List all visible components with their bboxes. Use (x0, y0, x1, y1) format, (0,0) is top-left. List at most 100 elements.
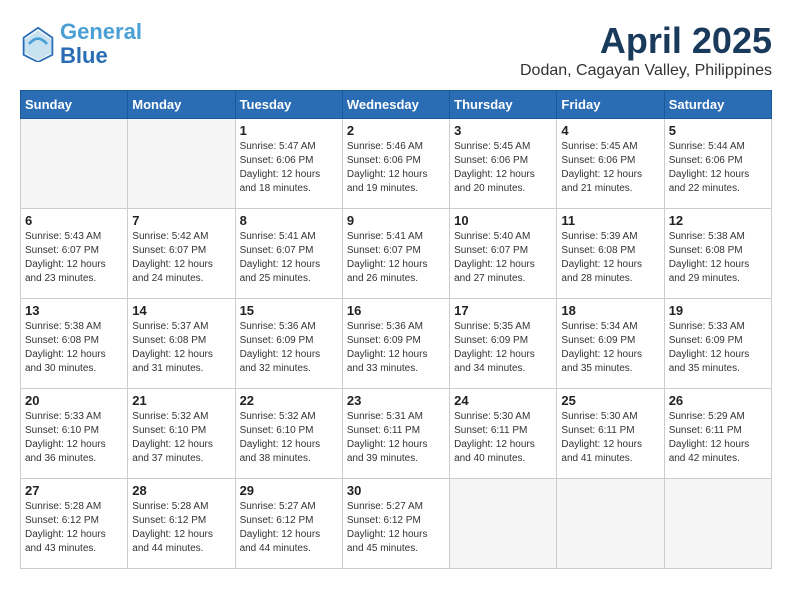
day-info: Sunrise: 5:38 AMSunset: 6:08 PMDaylight:… (669, 230, 767, 286)
day-number: 23 (347, 393, 445, 408)
day-number: 29 (240, 483, 338, 498)
day-info: Sunrise: 5:28 AMSunset: 6:12 PMDaylight:… (132, 500, 230, 556)
day-info: Sunrise: 5:41 AMSunset: 6:07 PMDaylight:… (347, 230, 445, 286)
day-info: Sunrise: 5:30 AMSunset: 6:11 PMDaylight:… (561, 410, 659, 466)
day-info: Sunrise: 5:31 AMSunset: 6:11 PMDaylight:… (347, 410, 445, 466)
calendar-cell: 26 Sunrise: 5:29 AMSunset: 6:11 PMDayligh… (664, 389, 771, 479)
calendar-cell: 8 Sunrise: 5:41 AMSunset: 6:07 PMDaylight… (235, 209, 342, 299)
day-number: 10 (454, 213, 552, 228)
calendar-cell: 29 Sunrise: 5:27 AMSunset: 6:12 PMDayligh… (235, 479, 342, 569)
calendar-week-row: 1 Sunrise: 5:47 AMSunset: 6:06 PMDaylight… (21, 119, 772, 209)
day-info: Sunrise: 5:35 AMSunset: 6:09 PMDaylight:… (454, 320, 552, 376)
day-number: 26 (669, 393, 767, 408)
day-info: Sunrise: 5:33 AMSunset: 6:10 PMDaylight:… (25, 410, 123, 466)
day-number: 20 (25, 393, 123, 408)
day-info: Sunrise: 5:38 AMSunset: 6:08 PMDaylight:… (25, 320, 123, 376)
day-number: 4 (561, 123, 659, 138)
day-number: 19 (669, 303, 767, 318)
day-number: 5 (669, 123, 767, 138)
day-number: 1 (240, 123, 338, 138)
day-info: Sunrise: 5:40 AMSunset: 6:07 PMDaylight:… (454, 230, 552, 286)
day-info: Sunrise: 5:44 AMSunset: 6:06 PMDaylight:… (669, 140, 767, 196)
day-info: Sunrise: 5:43 AMSunset: 6:07 PMDaylight:… (25, 230, 123, 286)
calendar-cell: 25 Sunrise: 5:30 AMSunset: 6:11 PMDayligh… (557, 389, 664, 479)
calendar-cell: 23 Sunrise: 5:31 AMSunset: 6:11 PMDayligh… (342, 389, 449, 479)
weekday-header: Monday (128, 91, 235, 119)
day-number: 16 (347, 303, 445, 318)
day-number: 8 (240, 213, 338, 228)
day-info: Sunrise: 5:46 AMSunset: 6:06 PMDaylight:… (347, 140, 445, 196)
calendar-cell: 22 Sunrise: 5:32 AMSunset: 6:10 PMDayligh… (235, 389, 342, 479)
day-info: Sunrise: 5:34 AMSunset: 6:09 PMDaylight:… (561, 320, 659, 376)
day-number: 14 (132, 303, 230, 318)
calendar-cell: 16 Sunrise: 5:36 AMSunset: 6:09 PMDayligh… (342, 299, 449, 389)
calendar-cell: 11Sunrise: 5:39 AMSunset: 6:08 PMDayligh… (557, 209, 664, 299)
day-number: 28 (132, 483, 230, 498)
weekday-header: Tuesday (235, 91, 342, 119)
logo-icon (20, 26, 56, 62)
calendar-cell: 24Sunrise: 5:30 AMSunset: 6:11 PMDayligh… (450, 389, 557, 479)
weekday-header: Friday (557, 91, 664, 119)
day-info: Sunrise: 5:33 AMSunset: 6:09 PMDaylight:… (669, 320, 767, 376)
day-info: Sunrise: 5:42 AMSunset: 6:07 PMDaylight:… (132, 230, 230, 286)
day-info: Sunrise: 5:29 AMSunset: 6:11 PMDaylight:… (669, 410, 767, 466)
calendar-cell: 5 Sunrise: 5:44 AMSunset: 6:06 PMDaylight… (664, 119, 771, 209)
day-info: Sunrise: 5:45 AMSunset: 6:06 PMDaylight:… (454, 140, 552, 196)
day-info: Sunrise: 5:28 AMSunset: 6:12 PMDaylight:… (25, 500, 123, 556)
calendar-cell: 15 Sunrise: 5:36 AMSunset: 6:09 PMDayligh… (235, 299, 342, 389)
header: GeneralBlue April 2025 Dodan, Cagayan Va… (20, 20, 772, 80)
day-number: 7 (132, 213, 230, 228)
calendar-week-row: 6 Sunrise: 5:43 AMSunset: 6:07 PMDaylight… (21, 209, 772, 299)
day-number: 24 (454, 393, 552, 408)
calendar-cell: 7 Sunrise: 5:42 AMSunset: 6:07 PMDaylight… (128, 209, 235, 299)
day-number: 2 (347, 123, 445, 138)
calendar-cell (450, 479, 557, 569)
day-number: 21 (132, 393, 230, 408)
day-number: 9 (347, 213, 445, 228)
calendar-cell: 20 Sunrise: 5:33 AMSunset: 6:10 PMDayligh… (21, 389, 128, 479)
day-number: 3 (454, 123, 552, 138)
day-number: 6 (25, 213, 123, 228)
day-info: Sunrise: 5:27 AMSunset: 6:12 PMDaylight:… (240, 500, 338, 556)
calendar: SundayMondayTuesdayWednesdayThursdayFrid… (20, 90, 772, 569)
calendar-cell: 19 Sunrise: 5:33 AMSunset: 6:09 PMDayligh… (664, 299, 771, 389)
day-number: 25 (561, 393, 659, 408)
calendar-week-row: 27 Sunrise: 5:28 AMSunset: 6:12 PMDayligh… (21, 479, 772, 569)
calendar-cell: 28 Sunrise: 5:28 AMSunset: 6:12 PMDayligh… (128, 479, 235, 569)
logo-text: GeneralBlue (60, 20, 142, 68)
calendar-cell: 4 Sunrise: 5:45 AMSunset: 6:06 PMDaylight… (557, 119, 664, 209)
weekday-header: Wednesday (342, 91, 449, 119)
calendar-cell: 6 Sunrise: 5:43 AMSunset: 6:07 PMDaylight… (21, 209, 128, 299)
weekday-header: Sunday (21, 91, 128, 119)
day-number: 13 (25, 303, 123, 318)
subtitle: Dodan, Cagayan Valley, Philippines (520, 62, 772, 80)
day-info: Sunrise: 5:36 AMSunset: 6:09 PMDaylight:… (347, 320, 445, 376)
calendar-cell (664, 479, 771, 569)
day-number: 27 (25, 483, 123, 498)
day-info: Sunrise: 5:36 AMSunset: 6:09 PMDaylight:… (240, 320, 338, 376)
calendar-cell (128, 119, 235, 209)
calendar-week-row: 20 Sunrise: 5:33 AMSunset: 6:10 PMDayligh… (21, 389, 772, 479)
month-title: April 2025 (520, 20, 772, 62)
day-info: Sunrise: 5:45 AMSunset: 6:06 PMDaylight:… (561, 140, 659, 196)
day-info: Sunrise: 5:32 AMSunset: 6:10 PMDaylight:… (240, 410, 338, 466)
day-info: Sunrise: 5:27 AMSunset: 6:12 PMDaylight:… (347, 500, 445, 556)
calendar-cell: 9 Sunrise: 5:41 AMSunset: 6:07 PMDaylight… (342, 209, 449, 299)
weekday-header-row: SundayMondayTuesdayWednesdayThursdayFrid… (21, 91, 772, 119)
calendar-cell (21, 119, 128, 209)
day-info: Sunrise: 5:37 AMSunset: 6:08 PMDaylight:… (132, 320, 230, 376)
calendar-cell: 3 Sunrise: 5:45 AMSunset: 6:06 PMDaylight… (450, 119, 557, 209)
calendar-cell: 10 Sunrise: 5:40 AMSunset: 6:07 PMDayligh… (450, 209, 557, 299)
calendar-cell: 14 Sunrise: 5:37 AMSunset: 6:08 PMDayligh… (128, 299, 235, 389)
day-number: 30 (347, 483, 445, 498)
calendar-cell (557, 479, 664, 569)
calendar-week-row: 13 Sunrise: 5:38 AMSunset: 6:08 PMDayligh… (21, 299, 772, 389)
calendar-cell: 13 Sunrise: 5:38 AMSunset: 6:08 PMDayligh… (21, 299, 128, 389)
day-info: Sunrise: 5:41 AMSunset: 6:07 PMDaylight:… (240, 230, 338, 286)
day-info: Sunrise: 5:32 AMSunset: 6:10 PMDaylight:… (132, 410, 230, 466)
day-info: Sunrise: 5:47 AMSunset: 6:06 PMDaylight:… (240, 140, 338, 196)
day-number: 22 (240, 393, 338, 408)
day-number: 15 (240, 303, 338, 318)
calendar-cell: 17Sunrise: 5:35 AMSunset: 6:09 PMDayligh… (450, 299, 557, 389)
title-section: April 2025 Dodan, Cagayan Valley, Philip… (520, 20, 772, 80)
